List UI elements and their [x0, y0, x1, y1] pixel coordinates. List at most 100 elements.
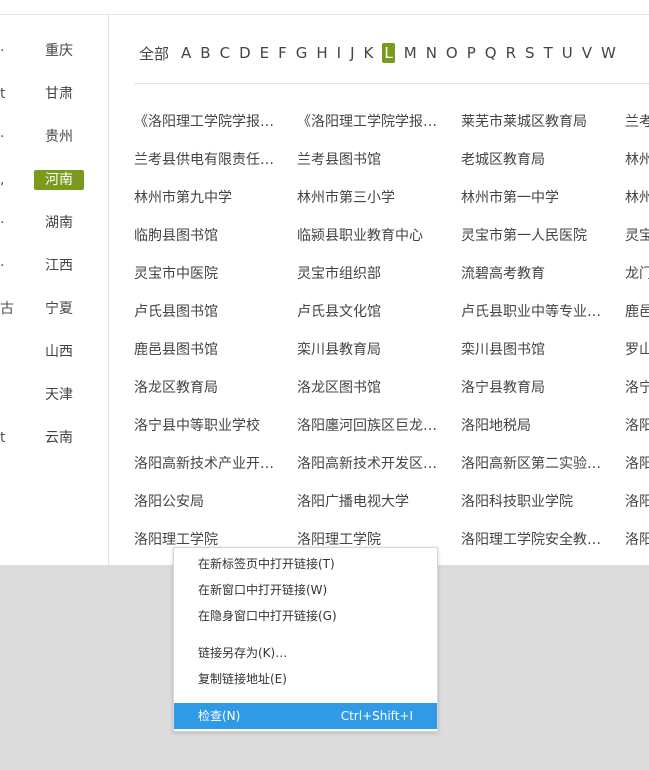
letter-d[interactable]: D — [239, 44, 251, 62]
letter-q[interactable]: Q — [485, 44, 497, 62]
organization-link[interactable]: 卢氏县文化馆 — [297, 302, 442, 322]
province-item[interactable]: 湖南 — [34, 213, 84, 233]
organization-link[interactable]: 罗山 — [625, 340, 649, 360]
organization-link[interactable]: 鹿邑 — [625, 302, 649, 322]
organization-link[interactable]: 洛阳公安局 — [134, 492, 279, 512]
organization-link[interactable]: 林州市第九中学 — [134, 188, 279, 208]
organization-link[interactable]: 流碧高考教育 — [461, 264, 606, 284]
organization-link[interactable]: 莱芜市莱城区教育局 — [461, 112, 606, 132]
letter-e[interactable]: E — [260, 44, 269, 62]
menu-save-link-as-label: 链接另存为(K)… — [198, 646, 288, 660]
organization-link[interactable]: 临朐县图书馆 — [134, 226, 279, 246]
province-item[interactable]: 贵州 — [34, 127, 84, 147]
menu-copy-link-label: 复制链接地址(E) — [198, 672, 287, 686]
organization-link[interactable]: 灵宝市组织部 — [297, 264, 442, 284]
organization-link[interactable]: 洛宁县中等职业学校 — [134, 416, 279, 436]
organization-link[interactable]: 洛阳 — [625, 530, 649, 550]
organization-link[interactable]: 临颍县职业教育中心 — [297, 226, 442, 246]
organization-row: 鹿邑县图书馆栾川县教育局栾川县图书馆罗山 — [134, 340, 649, 360]
organization-link[interactable]: 洛阳理工学院安全教… — [461, 530, 606, 550]
menu-open-incognito-label: 在隐身窗口中打开链接(G) — [198, 609, 337, 623]
province-item[interactable]: 天津 — [34, 385, 84, 405]
organization-link[interactable]: 林州市第三小学 — [297, 188, 442, 208]
organization-link[interactable]: 栾川县教育局 — [297, 340, 442, 360]
organization-link[interactable]: 灵宝市第一人民医院 — [461, 226, 606, 246]
menu-separator — [174, 633, 437, 634]
organization-link[interactable]: 卢氏县图书馆 — [134, 302, 279, 322]
organization-link[interactable]: 灵宝 — [625, 226, 649, 246]
letter-f[interactable]: F — [278, 44, 287, 62]
letter-j[interactable]: J — [350, 44, 354, 62]
menu-copy-link[interactable]: 复制链接地址(E) — [174, 666, 437, 692]
organization-link[interactable]: 洛阳高新技术开发区… — [297, 454, 442, 474]
organization-row: 洛龙区教育局洛龙区图书馆洛宁县教育局洛宁 — [134, 378, 649, 398]
organization-link[interactable]: 兰考县图书馆 — [297, 150, 442, 170]
letter-t[interactable]: T — [544, 44, 553, 62]
organization-link[interactable]: 卢氏县职业中等专业… — [461, 302, 606, 322]
letter-k[interactable]: K — [364, 44, 374, 62]
letter-u[interactable]: U — [562, 44, 573, 62]
letter-g[interactable]: G — [296, 44, 308, 62]
province-cut-text: t — [0, 86, 6, 102]
letter-c[interactable]: C — [220, 44, 230, 62]
organization-row: 兰考县供电有限责任… 兰考县图书馆老城区教育局林州 — [134, 150, 649, 170]
letter-r[interactable]: R — [506, 44, 516, 62]
organization-link[interactable]: 灵宝市中医院 — [134, 264, 279, 284]
organization-link[interactable]: 洛龙区教育局 — [134, 378, 279, 398]
organization-link[interactable]: 林州市第一中学 — [461, 188, 606, 208]
organization-link[interactable]: 洛阳地税局 — [461, 416, 606, 436]
menu-open-incognito[interactable]: 在隐身窗口中打开链接(G) — [174, 603, 437, 629]
province-item[interactable]: 云南 — [34, 428, 84, 448]
letter-l[interactable]: L — [382, 43, 395, 63]
letter-a[interactable]: A — [181, 44, 191, 62]
province-item[interactable]: 宁夏 — [34, 299, 84, 319]
letter-v[interactable]: V — [582, 44, 592, 62]
organization-link[interactable]: 兰考县供电有限责任… — [134, 150, 279, 170]
letter-b[interactable]: B — [200, 44, 210, 62]
province-item[interactable]: 甘肃 — [34, 84, 84, 104]
menu-save-link-as[interactable]: 链接另存为(K)… — [174, 640, 437, 666]
page-content: · 重庆 t 甘肃 · 贵州, 河南 · 湖南 · 江西古 宁夏 山西 天津 t 云南 全部 A B C D E F G H I… — [0, 0, 649, 565]
letter-p[interactable]: P — [467, 44, 476, 62]
province-item[interactable]: 重庆 — [34, 41, 84, 61]
organization-link[interactable]: 洛龙区图书馆 — [297, 378, 442, 398]
menu-inspect[interactable]: 检查(N) Ctrl+Shift+I — [174, 703, 437, 729]
organization-link[interactable]: 洛阳高新区第二实验… — [461, 454, 606, 474]
organization-link[interactable]: 老城区教育局 — [461, 150, 606, 170]
letter-all[interactable]: 全部 — [139, 43, 169, 64]
letter-s[interactable]: S — [525, 44, 535, 62]
province-cut-text: · — [0, 258, 5, 274]
organization-link[interactable]: 龙门 — [625, 264, 649, 284]
organization-link[interactable]: 洛阳 — [625, 492, 649, 512]
context-menu: 在新标签页中打开链接(T) 在新窗口中打开链接(W) 在隐身窗口中打开链接(G)… — [173, 547, 438, 732]
province-cut-text: · — [0, 43, 5, 59]
organization-link[interactable]: 洛阳 — [625, 416, 649, 436]
organization-link[interactable]: 《洛阳理工学院学报(… — [297, 112, 442, 132]
organization-link[interactable]: 洛阳科技职业学院 — [461, 492, 606, 512]
letter-m[interactable]: M — [404, 44, 417, 62]
organization-row: 洛阳高新技术产业开… 洛阳高新技术开发区… 洛阳高新区第二实验… 洛阳 — [134, 454, 649, 474]
organization-link[interactable]: 洛阳廛河回族区巨龙… — [297, 416, 442, 436]
organization-link[interactable]: 洛阳 — [625, 454, 649, 474]
organization-link[interactable]: 林州 — [625, 188, 649, 208]
letter-i[interactable]: I — [337, 44, 341, 62]
organization-link[interactable]: 兰考 — [625, 112, 649, 132]
letter-h[interactable]: H — [316, 44, 327, 62]
organization-link[interactable]: 林州 — [625, 150, 649, 170]
organization-link[interactable]: 洛阳高新技术产业开… — [134, 454, 279, 474]
menu-open-new-tab[interactable]: 在新标签页中打开链接(T) — [174, 551, 437, 577]
letter-n[interactable]: N — [426, 44, 437, 62]
organization-link[interactable]: 洛宁 — [625, 378, 649, 398]
province-item[interactable]: 山西 — [34, 342, 84, 362]
organization-link[interactable]: 洛阳广播电视大学 — [297, 492, 442, 512]
letter-w[interactable]: W — [601, 44, 616, 62]
menu-open-new-window[interactable]: 在新窗口中打开链接(W) — [174, 577, 437, 603]
province-item[interactable]: 江西 — [34, 256, 84, 276]
letter-o[interactable]: O — [446, 44, 458, 62]
organization-link[interactable]: 栾川县图书馆 — [461, 340, 606, 360]
organization-link[interactable]: 鹿邑县图书馆 — [134, 340, 279, 360]
province-item[interactable]: 河南 — [34, 170, 84, 190]
province-cut-text: , — [0, 172, 5, 188]
organization-link[interactable]: 《洛阳理工学院学报(… — [134, 112, 279, 132]
organization-link[interactable]: 洛宁县教育局 — [461, 378, 606, 398]
